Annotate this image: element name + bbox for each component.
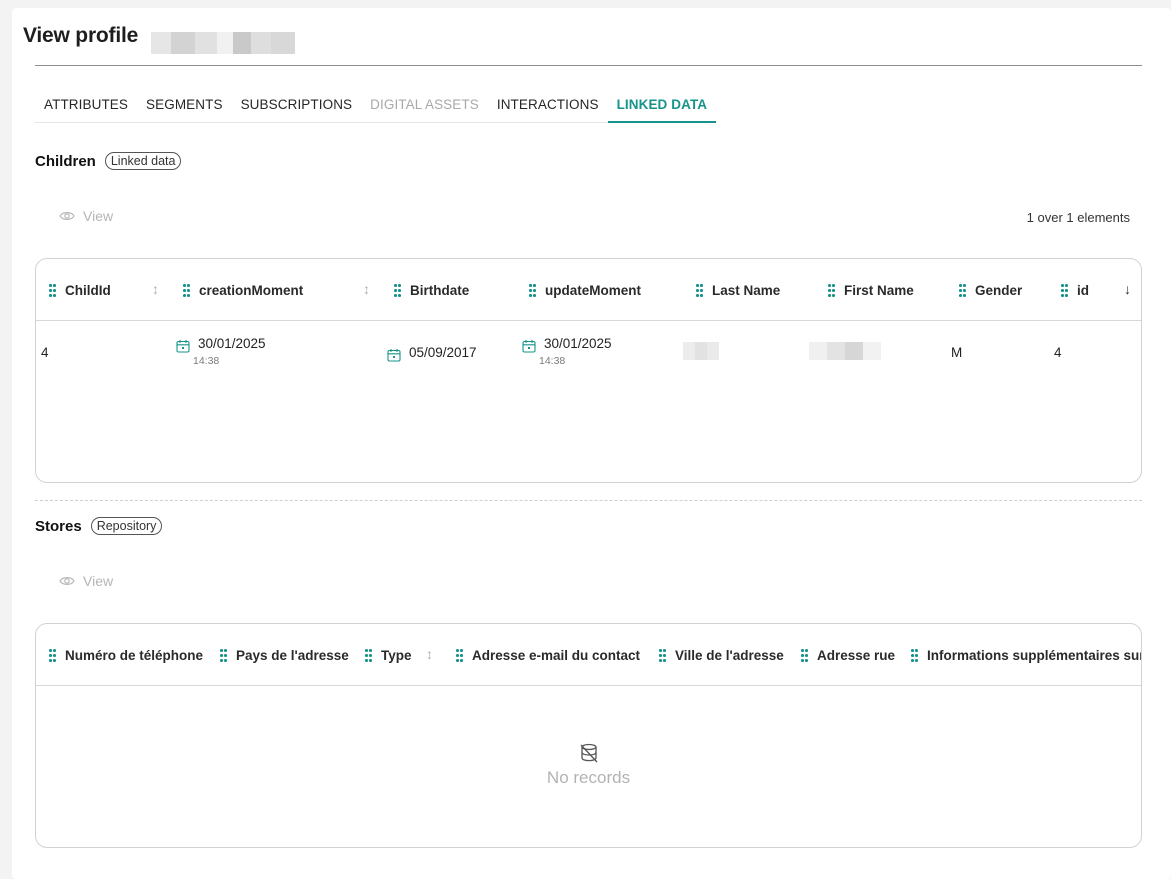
- column-header-last-name[interactable]: Last Name: [696, 259, 780, 321]
- tab-interactions[interactable]: INTERACTIONS: [487, 94, 608, 123]
- column-label: Pays de l'adresse: [236, 647, 349, 663]
- column-header-email[interactable]: Adresse e-mail du contact: [456, 624, 640, 686]
- calendar-icon: [387, 349, 401, 362]
- tab-linked-data[interactable]: LINKED DATA: [607, 94, 717, 123]
- column-label: Gender: [975, 282, 1023, 298]
- cell-first-name-redacted: [809, 342, 881, 360]
- column-label: Type: [381, 647, 412, 663]
- profile-tabs: ATTRIBUTES SEGMENTS SUBSCRIPTIONS DIGITA…: [35, 94, 717, 123]
- date-value: 30/01/2025: [544, 336, 612, 351]
- column-label: Ville de l'adresse: [675, 647, 784, 663]
- no-records-icon: [580, 743, 597, 763]
- drag-handle-icon[interactable]: [183, 284, 190, 297]
- tab-segments[interactable]: SEGMENTS: [137, 94, 232, 123]
- column-label: Birthdate: [410, 282, 470, 298]
- redacted-profile-name: [151, 32, 321, 54]
- view-label: View: [83, 573, 114, 589]
- column-label: Informations supplémentaires sur: [927, 647, 1142, 663]
- date-value: 05/09/2017: [409, 345, 477, 360]
- column-header-street[interactable]: Adresse rue: [801, 624, 895, 686]
- section-divider: [35, 500, 1142, 501]
- drag-handle-icon[interactable]: [696, 284, 703, 297]
- children-record-count: 1 over 1 elements: [1026, 210, 1130, 225]
- drag-handle-icon[interactable]: [394, 284, 401, 297]
- stores-table-header: Numéro de téléphone Pays de l'adresse Ty…: [36, 624, 1141, 686]
- stores-badge: Repository: [90, 517, 163, 535]
- cell-childid: 4: [41, 345, 49, 360]
- drag-handle-icon[interactable]: [801, 649, 808, 662]
- drag-handle-icon[interactable]: [456, 649, 463, 662]
- column-label: ChildId: [65, 282, 111, 298]
- column-header-additional-info[interactable]: Informations supplémentaires sur: [911, 624, 1142, 686]
- sort-icon[interactable]: ↕: [152, 281, 159, 297]
- cell-gender: M: [951, 345, 963, 360]
- column-label: First Name: [844, 282, 914, 298]
- drag-handle-icon[interactable]: [659, 649, 666, 662]
- column-header-phone[interactable]: Numéro de téléphone: [49, 624, 203, 686]
- children-view-button[interactable]: View: [59, 208, 113, 224]
- column-header-first-name[interactable]: First Name: [828, 259, 914, 321]
- calendar-icon: [176, 340, 190, 353]
- children-table-header: ChildId ↕ creationMoment ↕ Birthdate upd…: [36, 259, 1141, 321]
- drag-handle-icon[interactable]: [529, 284, 536, 297]
- column-header-type[interactable]: Type: [365, 624, 412, 686]
- calendar-icon: [522, 340, 536, 353]
- drag-handle-icon[interactable]: [365, 649, 372, 662]
- column-header-id[interactable]: id: [1061, 259, 1089, 321]
- column-label: creationMoment: [199, 282, 304, 298]
- cell-id: 4: [1054, 345, 1062, 360]
- column-label: updateMoment: [545, 282, 641, 298]
- sort-icon[interactable]: ↕: [363, 281, 370, 297]
- column-label: Adresse rue: [817, 647, 896, 663]
- drag-handle-icon[interactable]: [911, 649, 918, 662]
- column-header-updatemoment[interactable]: updateMoment: [529, 259, 641, 321]
- view-label: View: [83, 208, 114, 224]
- column-header-creationmoment[interactable]: creationMoment: [183, 259, 303, 321]
- title-divider: [35, 65, 1142, 66]
- tab-subscriptions[interactable]: SUBSCRIPTIONS: [231, 94, 362, 123]
- children-title: Children: [35, 152, 96, 170]
- drag-handle-icon[interactable]: [828, 284, 835, 297]
- column-header-childid[interactable]: ChildId: [49, 259, 111, 321]
- empty-state: No records: [36, 742, 1141, 788]
- drag-handle-icon[interactable]: [220, 649, 227, 662]
- date-value: 30/01/2025: [198, 336, 266, 351]
- children-badge: Linked data: [104, 152, 182, 170]
- sort-icon[interactable]: ↕: [426, 646, 433, 662]
- stores-title: Stores: [35, 517, 82, 535]
- sort-desc-icon[interactable]: ↓: [1124, 281, 1131, 297]
- stores-section-header: Stores Repository: [35, 517, 163, 535]
- time-value: 14:38: [539, 355, 566, 367]
- column-header-birthdate[interactable]: Birthdate: [394, 259, 469, 321]
- column-label: Last Name: [712, 282, 781, 298]
- eye-icon: [59, 577, 75, 585]
- tab-attributes[interactable]: ATTRIBUTES: [35, 94, 138, 123]
- children-table: ChildId ↕ creationMoment ↕ Birthdate upd…: [35, 258, 1142, 483]
- drag-handle-icon[interactable]: [49, 649, 56, 662]
- children-section-header: Children Linked data: [35, 152, 182, 170]
- column-label: Adresse e-mail du contact: [472, 647, 641, 663]
- tab-digital-assets: DIGITAL ASSETS: [361, 94, 488, 123]
- drag-handle-icon[interactable]: [1061, 284, 1068, 297]
- cell-last-name-redacted: [683, 342, 719, 360]
- column-label: Numéro de téléphone: [65, 647, 204, 663]
- no-records-text: No records: [546, 768, 631, 787]
- column-header-gender[interactable]: Gender: [959, 259, 1022, 321]
- time-value: 14:38: [193, 355, 220, 367]
- column-header-city[interactable]: Ville de l'adresse: [659, 624, 784, 686]
- stores-view-button[interactable]: View: [59, 573, 113, 589]
- stores-table: Numéro de téléphone Pays de l'adresse Ty…: [35, 623, 1142, 848]
- drag-handle-icon[interactable]: [49, 284, 56, 297]
- column-label: id: [1077, 282, 1089, 298]
- eye-icon: [59, 212, 75, 220]
- page-title: View profile: [23, 24, 139, 47]
- drag-handle-icon[interactable]: [959, 284, 966, 297]
- column-header-country[interactable]: Pays de l'adresse: [220, 624, 349, 686]
